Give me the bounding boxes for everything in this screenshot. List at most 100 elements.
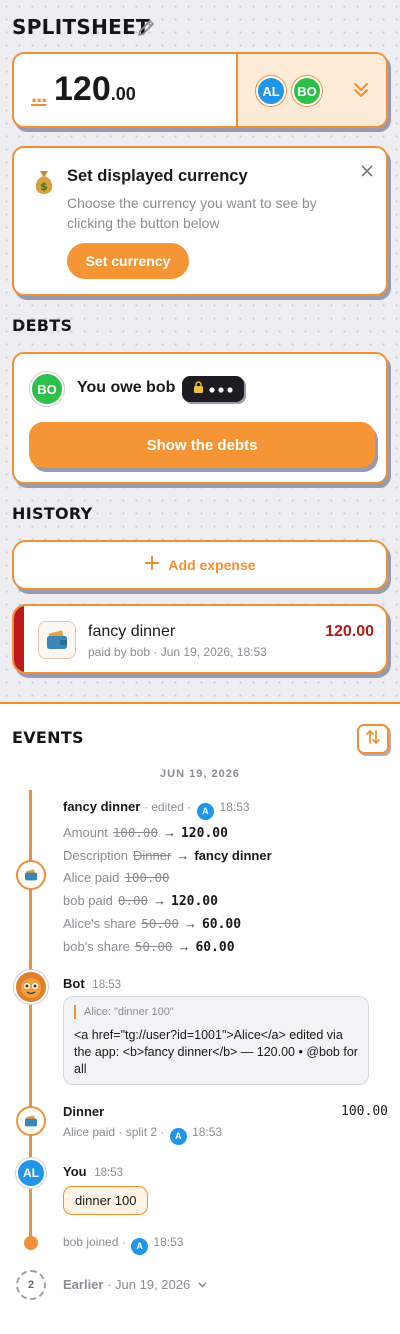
bot-header: Bot 18:53 xyxy=(63,976,121,991)
you-message-bubble: dinner 100 xyxy=(63,1186,149,1215)
bot-message: <a href="tg://user?id=1001">Alice</a> ed… xyxy=(74,1028,358,1076)
change-new-value: 120.00 xyxy=(171,893,218,909)
members-toggle[interactable]: AL BO xyxy=(236,54,386,126)
sort-toggle-button[interactable] xyxy=(357,724,389,754)
balance-integer: 120 xyxy=(54,70,111,108)
add-expense-label: Add expense xyxy=(168,557,256,573)
edit-event-title: fancy dinner xyxy=(63,799,141,814)
chevron-double-down-icon[interactable] xyxy=(352,81,370,104)
dinner-meta-text: Alice paid · split 2 · xyxy=(63,1125,165,1139)
change-old-value: Dinner xyxy=(133,848,172,864)
edit-event-icon xyxy=(16,860,46,890)
dinner-event-title: Dinner xyxy=(63,1104,105,1119)
balance-card: ... 120.00 AL BO xyxy=(12,52,388,128)
history-heading: HISTORY xyxy=(12,504,93,523)
change-arrow: → xyxy=(162,825,176,840)
expense-status-bar xyxy=(14,606,24,672)
change-old-value: 50.00 xyxy=(134,939,173,955)
debts-heading: DEBTS xyxy=(12,316,73,335)
expense-icon xyxy=(38,621,76,659)
change-arrow: → xyxy=(183,915,197,931)
edit-author-avatar: A xyxy=(196,802,214,820)
expense-row[interactable]: fancy dinner paid by bob · Jun 19, 2026,… xyxy=(12,604,388,674)
dinner-event-amount: 100.00 xyxy=(341,1104,388,1119)
app-title: SPLITSHEET xyxy=(12,15,150,39)
expense-meta: paid by bob · Jun 19, 2026, 18:53 xyxy=(88,645,267,659)
currency-card: $ Set displayed currency Choose the curr… xyxy=(12,146,388,296)
set-currency-button[interactable]: Set currency xyxy=(67,243,189,279)
expense-title: fancy dinner xyxy=(88,623,176,640)
change-label: Alice's share xyxy=(63,915,137,931)
edit-pencil-icon[interactable] xyxy=(135,17,157,39)
change-row: Alice paid 100.00 xyxy=(63,867,272,889)
dinner-event-time: 18:53 xyxy=(192,1125,223,1139)
chevron-down-icon xyxy=(198,1276,207,1291)
change-row: Amount 100.00 → 120.00 xyxy=(63,822,272,845)
expense-amount: 120.00 xyxy=(325,623,374,640)
bot-name: Bot xyxy=(63,976,85,991)
show-debts-button[interactable]: Show the debts xyxy=(29,422,375,468)
avatar-bo-debt: BO xyxy=(30,372,64,406)
joined-event: bob joined · A 18:53 xyxy=(63,1235,183,1255)
dinner-event-icon xyxy=(16,1106,46,1136)
lock-icon xyxy=(193,380,204,398)
change-arrow: → xyxy=(176,848,190,864)
dinner-event-meta: Alice paid · split 2 · A 18:53 xyxy=(63,1125,222,1145)
balance-cents: .00 xyxy=(110,84,136,104)
currency-card-description: Choose the currency you want to see by c… xyxy=(67,195,317,231)
debt-text: You owe bob xyxy=(77,379,176,396)
balance-amount: 120.00 xyxy=(54,70,136,109)
edit-event-time: 18:53 xyxy=(219,800,250,814)
bot-avatar xyxy=(14,970,48,1004)
change-arrow: → xyxy=(153,892,166,908)
earlier-count-badge[interactable]: 2 xyxy=(16,1270,46,1300)
change-row: Alice's share 50.00 → 60.00 xyxy=(63,913,272,936)
events-date: JUN 19, 2026 xyxy=(160,768,240,780)
earlier-toggle[interactable]: Earlier · Jun 19, 2026 xyxy=(63,1276,207,1292)
change-new-value: 60.00 xyxy=(201,916,242,932)
events-heading: EVENTS xyxy=(12,728,84,747)
svg-text:$: $ xyxy=(40,180,48,193)
you-avatar: AL xyxy=(16,1158,46,1188)
close-icon[interactable] xyxy=(360,164,374,183)
you-time: 18:53 xyxy=(94,1167,123,1179)
edit-event-header: fancy dinner · edited · A 18:53 xyxy=(63,799,250,820)
plus-icon xyxy=(144,555,160,576)
currency-card-title: Set displayed currency xyxy=(67,167,248,185)
you-name: You xyxy=(63,1164,87,1179)
change-label: Alice paid xyxy=(63,870,120,886)
change-old-value: 50.00 xyxy=(141,915,179,931)
change-label: bob paid xyxy=(63,892,113,908)
joined-author-avatar: A xyxy=(131,1237,149,1255)
change-new-value: fancy dinner xyxy=(194,848,272,864)
currency-dots[interactable]: ... xyxy=(31,82,47,108)
joined-text: bob joined · xyxy=(63,1235,126,1249)
earlier-label: Earlier xyxy=(63,1277,104,1292)
dots-icon xyxy=(209,380,233,398)
edit-event-sep: · edited · xyxy=(143,800,192,814)
dinner-author-avatar: A xyxy=(169,1127,187,1145)
bot-time: 18:53 xyxy=(92,979,122,991)
change-old-value: 100.00 xyxy=(124,870,170,886)
avatar-al: AL xyxy=(256,76,286,106)
avatar-bo: BO xyxy=(292,76,322,106)
debts-card: BO You owe bob Show the debts xyxy=(12,352,388,484)
bot-quote: Alice: "dinner 100" xyxy=(74,1005,358,1019)
change-old-value: 100.00 xyxy=(112,825,158,840)
add-expense-button[interactable]: Add expense xyxy=(12,540,388,590)
bot-message-bubble: Alice: "dinner 100" <a href="tg://user?i… xyxy=(63,996,369,1085)
change-new-value: 60.00 xyxy=(195,940,235,956)
sort-arrows-icon xyxy=(365,729,381,750)
main-panel: SPLITSHEET ... 120.00 AL BO $ Set displa… xyxy=(0,0,400,704)
change-new-value: 120.00 xyxy=(180,826,228,841)
change-label: Description xyxy=(63,848,129,864)
joined-time: 18:53 xyxy=(153,1235,184,1249)
hidden-amount-badge[interactable] xyxy=(182,376,244,402)
earlier-date: · Jun 19, 2026 xyxy=(107,1277,191,1292)
change-label: Amount xyxy=(63,825,108,840)
you-header: You 18:53 xyxy=(63,1164,123,1179)
change-row: bob's share 50.00 → 60.00 xyxy=(63,936,272,959)
edit-changes: Amount 100.00 → 120.00 Description Dinner → fan… xyxy=(63,822,272,959)
money-bag-icon: $ xyxy=(32,168,56,201)
change-row: bob paid 0.00 → 120.00 xyxy=(63,890,272,913)
